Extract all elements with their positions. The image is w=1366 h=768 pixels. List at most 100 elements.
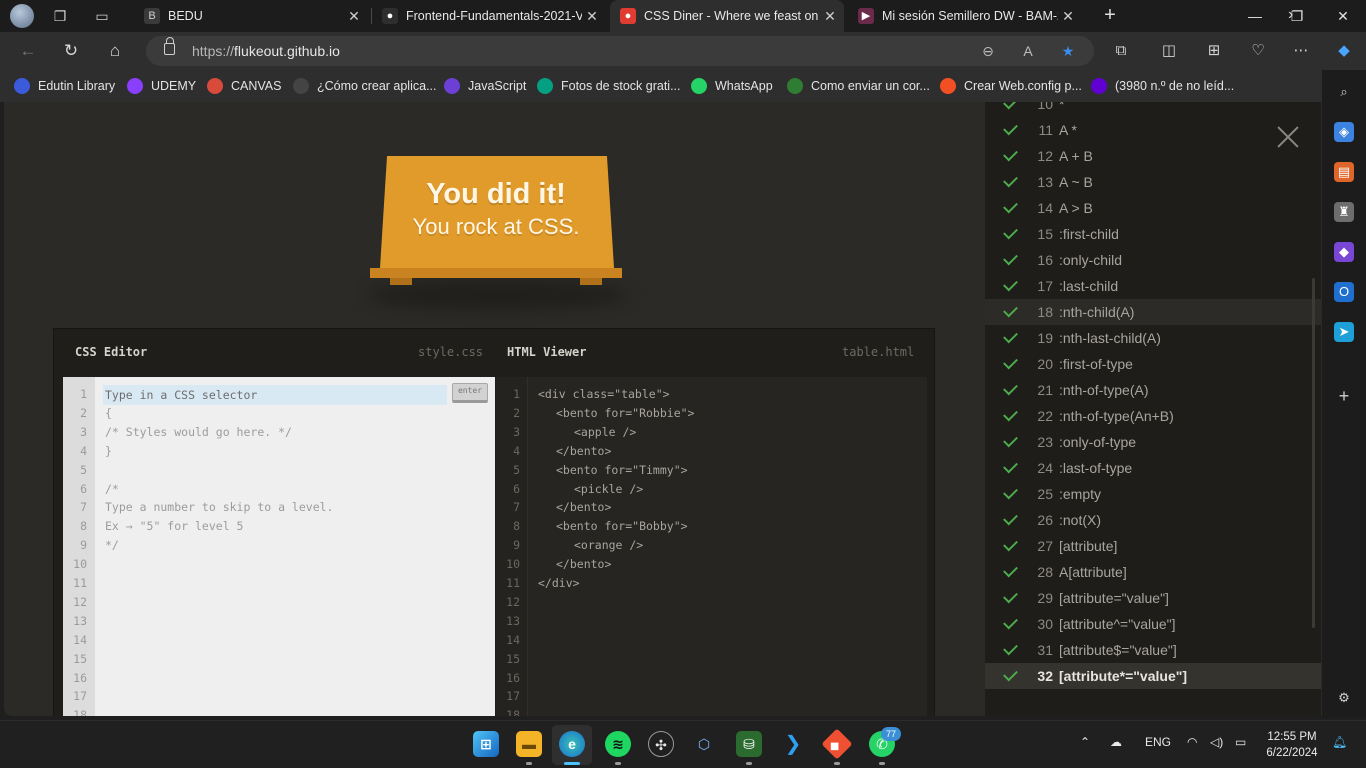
level-item[interactable]: 31 [attribute$="value"]	[985, 637, 1321, 663]
level-item[interactable]: 29 [attribute="value"]	[985, 585, 1321, 611]
language-indicator[interactable]: ENG	[1145, 735, 1171, 749]
vscode-icon[interactable]: ❯	[780, 731, 806, 757]
virtualbox-icon[interactable]: ⬡	[691, 731, 717, 757]
close-menu-icon[interactable]	[1277, 126, 1299, 148]
html-code-line[interactable]: </bento>	[556, 444, 611, 458]
browser-tab[interactable]: B BEDU ✕	[134, 0, 368, 32]
level-item[interactable]: 22:nth-of-type(An+B)	[985, 403, 1321, 429]
level-item[interactable]: 15:first-child	[985, 221, 1321, 247]
more-favorites-chevron-icon[interactable]: ›	[1288, 6, 1293, 24]
html-code-line[interactable]: <bento for="Robbie">	[556, 406, 694, 420]
battery-icon[interactable]: ▭	[1235, 735, 1246, 749]
mysql-workbench-icon[interactable]: ⛁	[736, 731, 762, 757]
tools-icon[interactable]: ▤	[1334, 162, 1354, 182]
close-tab-icon[interactable]: ✕	[820, 8, 840, 25]
back-button[interactable]: ←	[15, 39, 41, 63]
new-tab-button[interactable]: +	[1098, 4, 1122, 28]
copilot-icon[interactable]: ◆	[1334, 41, 1354, 61]
html-code-line[interactable]: <div class="table">	[538, 387, 670, 401]
favorite-star-icon[interactable]: ★	[1058, 42, 1078, 60]
vertical-tabs-icon[interactable]: ▭	[94, 8, 110, 24]
browser-essentials-icon[interactable]: ♡	[1248, 41, 1268, 61]
html-code-line[interactable]: <bento for="Bobby">	[556, 519, 688, 533]
html-code-line[interactable]: <bento for="Timmy">	[556, 463, 688, 477]
html-code-line[interactable]: </bento>	[556, 557, 611, 571]
level-item[interactable]: 26:not(X)	[985, 507, 1321, 533]
bookmark-item[interactable]: (3980 n.º de no leíd...	[1091, 77, 1234, 95]
level-item[interactable]: 17:last-child	[985, 273, 1321, 299]
refresh-button[interactable]: ↻	[58, 39, 84, 63]
html-code-line[interactable]: <apple />	[574, 425, 636, 439]
level-item[interactable]: 16:only-child	[985, 247, 1321, 273]
level-item[interactable]: 20:first-of-type	[985, 351, 1321, 377]
bookmark-item[interactable]: JavaScript	[444, 77, 526, 95]
add-sidebar-app-icon[interactable]: +	[1334, 386, 1354, 406]
browser-tab[interactable]: ● CSS Diner - Where we feast on C ✕	[610, 0, 844, 32]
html-code-line[interactable]: </div>	[538, 576, 580, 590]
collections-icon[interactable]: ⊞	[1204, 41, 1224, 61]
bookmark-item[interactable]: Edutin Library	[14, 77, 115, 95]
level-item[interactable]: 13 A ~ B	[985, 169, 1321, 195]
spotify-icon[interactable]: ≋	[605, 731, 631, 757]
outlook-icon[interactable]: O	[1334, 282, 1354, 302]
bookmark-item[interactable]: UDEMY	[127, 77, 196, 95]
level-item[interactable]: 21:nth-of-type(A)	[985, 377, 1321, 403]
level-item[interactable]: 27 [attribute]	[985, 533, 1321, 559]
edge-icon[interactable]: e	[559, 731, 585, 757]
close-window-button[interactable]: ✕	[1320, 0, 1366, 32]
css-selector-input[interactable]	[103, 385, 447, 405]
copilot-sidebar-icon[interactable]: ◆	[1334, 242, 1354, 262]
read-aloud-icon[interactable]: A	[1018, 42, 1038, 60]
lock-icon[interactable]	[164, 37, 175, 55]
maximize-button[interactable]: ❐	[1274, 0, 1320, 32]
file-explorer-icon[interactable]: ▬	[516, 731, 542, 757]
bookmark-item[interactable]: CANVAS	[207, 77, 281, 95]
level-item[interactable]: 10 *	[985, 102, 1321, 117]
enter-button[interactable]: enter	[452, 383, 488, 403]
split-screen-icon[interactable]: ◫	[1159, 41, 1179, 61]
extensions-icon[interactable]: ⧉	[1111, 41, 1131, 61]
volume-icon[interactable]: ◁)	[1210, 735, 1223, 749]
level-item[interactable]: 11 A *	[985, 117, 1321, 143]
bookmark-item[interactable]: Fotos de stock grati...	[537, 77, 681, 95]
level-item[interactable]: 28 A[attribute]	[985, 559, 1321, 585]
games-icon[interactable]: ♜	[1334, 202, 1354, 222]
close-tab-icon[interactable]: ✕	[582, 8, 602, 25]
close-tab-icon[interactable]: ✕	[344, 8, 364, 25]
bookmark-item[interactable]: ¿Cómo crear aplica...	[293, 77, 436, 95]
close-tab-icon[interactable]: ✕	[1058, 8, 1078, 25]
bookmark-item[interactable]: WhatsApp	[691, 77, 773, 95]
minimize-button[interactable]: —	[1232, 0, 1278, 32]
html-code-line[interactable]: <orange />	[574, 538, 643, 552]
system-clock[interactable]: 12:55 PM 6/22/2024	[1262, 729, 1322, 761]
url-text[interactable]: https://flukeout.github.io	[192, 43, 340, 59]
weather-cloud-icon[interactable]: ☁	[1110, 735, 1122, 749]
level-item[interactable]: 23:only-of-type	[985, 429, 1321, 455]
git-icon[interactable]: ◆	[821, 728, 853, 760]
level-item[interactable]: 18:nth-child(A)	[985, 299, 1321, 325]
shopping-icon[interactable]: ◈	[1334, 122, 1354, 142]
home-button[interactable]: ⌂	[102, 39, 128, 63]
html-code-line[interactable]: <pickle />	[574, 482, 643, 496]
level-item[interactable]: 32 [attribute*="value"]	[985, 663, 1321, 689]
level-item[interactable]: 12 A + B	[985, 143, 1321, 169]
level-item[interactable]: 24:last-of-type	[985, 455, 1321, 481]
bookmark-item[interactable]: Crear Web.config p...	[940, 77, 1082, 95]
chatgpt-icon[interactable]: ✣	[648, 731, 674, 757]
browser-tab[interactable]: ▶ Mi sesión Semillero DW - BAM-2 ✕	[848, 0, 1082, 32]
workspaces-icon[interactable]: ❐	[52, 8, 68, 24]
level-item[interactable]: 25:empty	[985, 481, 1321, 507]
level-item[interactable]: 14 A > B	[985, 195, 1321, 221]
level-menu-scrollbar[interactable]	[1312, 278, 1315, 628]
zoom-icon[interactable]: ⊖	[978, 42, 998, 60]
sidebar-settings-icon[interactable]: ⚙	[1334, 688, 1354, 708]
send-icon[interactable]: ➤	[1334, 322, 1354, 342]
start-icon[interactable]: ⊞	[473, 731, 499, 757]
html-code-line[interactable]: </bento>	[556, 500, 611, 514]
show-hidden-icons-chevron-icon[interactable]: ⌃	[1080, 735, 1090, 749]
address-field[interactable]: https://flukeout.github.io ⊖ A ★	[146, 36, 1094, 66]
wifi-icon[interactable]: ◠	[1187, 735, 1197, 749]
search-icon[interactable]: ⌕	[1334, 82, 1354, 102]
bookmark-item[interactable]: Como enviar un cor...	[787, 77, 930, 95]
level-item[interactable]: 19:nth-last-child(A)	[985, 325, 1321, 351]
